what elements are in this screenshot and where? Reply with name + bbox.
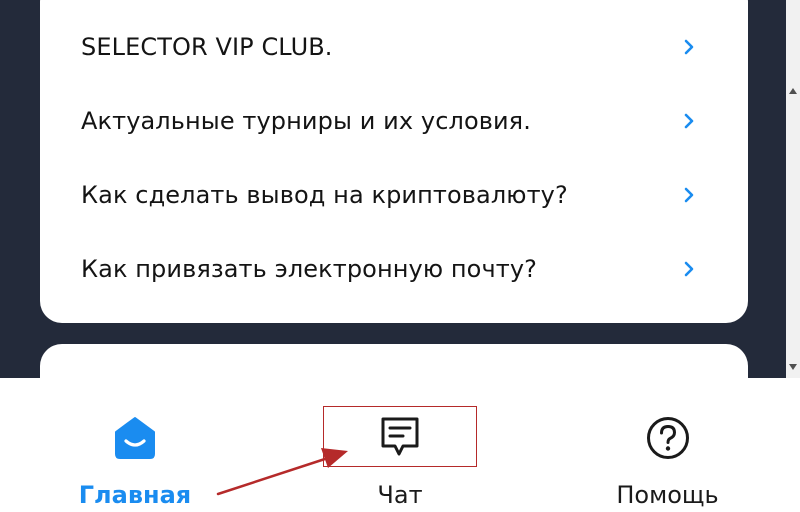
home-icon — [115, 417, 155, 459]
scroll-down-arrow-icon[interactable] — [789, 364, 797, 370]
nav-home-button[interactable]: Главная — [60, 378, 210, 512]
scroll-up-arrow-icon[interactable] — [789, 88, 797, 94]
scrollbar[interactable] — [786, 0, 800, 378]
faq-item-vip-club[interactable]: SELECTOR VIP CLUB. — [40, 10, 748, 84]
faq-item-label: SELECTOR VIP CLUB. — [81, 33, 333, 61]
faq-item-crypto-withdrawal[interactable]: Как сделать вывод на криптовалюту? — [40, 158, 748, 232]
faq-item-label: Как сделать вывод на криптовалюту? — [81, 181, 568, 209]
nav-home-label: Главная — [78, 481, 192, 509]
chevron-right-icon — [684, 39, 694, 55]
chevron-right-icon — [684, 261, 694, 277]
faq-item-label: Как привязать электронную почту? — [81, 255, 537, 283]
app-screen: SELECTOR VIP CLUB. Актуальные турниры и … — [0, 0, 800, 512]
faq-item-link-email[interactable]: Как привязать электронную почту? — [40, 232, 748, 306]
nav-help-button[interactable]: Помощь — [595, 378, 740, 512]
chevron-right-icon — [684, 113, 694, 129]
annotation-highlight-box — [323, 406, 477, 467]
faq-item-tournaments[interactable]: Актуальные турниры и их условия. — [40, 84, 748, 158]
help-icon — [646, 417, 689, 459]
nav-chat-label: Чат — [377, 481, 423, 509]
chevron-right-icon — [684, 187, 694, 203]
faq-item-label: Актуальные турниры и их условия. — [81, 107, 531, 135]
faq-card: SELECTOR VIP CLUB. Актуальные турниры и … — [40, 0, 748, 323]
nav-help-label: Помощь — [616, 481, 719, 509]
